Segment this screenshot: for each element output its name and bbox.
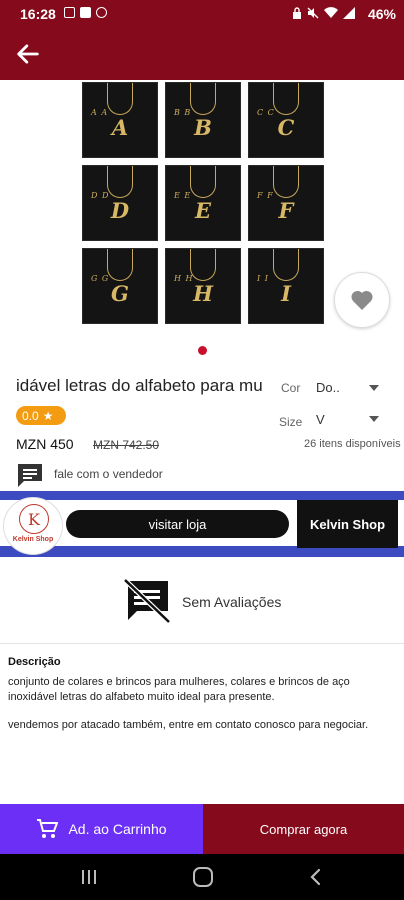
no-reviews-icon [123,578,171,624]
mute-icon [307,7,319,19]
necklace-chain [273,166,299,198]
nav-back-icon[interactable] [306,867,326,887]
color-label: Cor [281,381,301,395]
status-time: 16:28 [20,6,56,22]
cart-icon [37,819,59,838]
color-select[interactable]: Do.. [316,380,340,395]
stock-availability: 26 itens disponíveis [304,438,401,450]
battery-level: 46% [367,6,396,22]
shop-logo-letter: K [19,504,49,534]
necklace-tile: G GG [82,248,158,324]
necklace-tile: B BB [165,82,241,158]
lock-icon [293,7,301,19]
pendant-letter: A [111,115,129,140]
size-label: Size [279,415,303,429]
pendant-letter: I [281,281,291,306]
necklace-chain [273,249,299,281]
description-heading: Descrição [8,656,61,668]
status-bar: 16:28 46% [0,0,404,28]
necklace-chain [107,166,133,198]
description-paragraph: conjunto de colares e brincos para mulhe… [8,676,350,703]
chat-icon[interactable] [16,462,44,488]
add-to-cart-button[interactable]: Ad. ao Carrinho [0,804,203,854]
star-icon: ★ [42,408,54,423]
heart-icon [351,290,373,310]
favorite-button[interactable] [334,272,390,328]
chat-with-seller-link[interactable]: fale com o vendedor [54,467,163,481]
necklace-tile: E EE [165,165,241,241]
notification-icons [64,7,107,18]
color-dropdown-icon[interactable] [369,385,379,391]
size-select[interactable]: V [316,412,325,427]
pendant-letter: F [278,198,294,223]
back-arrow-icon[interactable] [14,40,42,68]
necklace-chain [107,83,133,115]
signal-icon [343,7,355,19]
shop-logo[interactable]: K Kelvin Shop [3,497,63,555]
whatsapp-icon [96,7,107,18]
necklace-chain [107,249,133,281]
description-paragraph-2: vendemos por atacado também, entre em co… [8,719,369,731]
visit-shop-button[interactable]: visitar loja [66,510,289,538]
gallery-icon [64,7,75,18]
necklace-chain [190,83,216,115]
shop-logo-text: Kelvin Shop [12,536,54,543]
buy-now-button[interactable]: Comprar agora [203,804,404,854]
product-image[interactable]: A AAB BBC CC D DDE EEF FF G GGH HHI II [80,80,326,326]
necklace-chain [273,83,299,115]
necklace-tile: A AA [82,82,158,158]
necklace-chain [190,166,216,198]
no-reviews-label: Sem Avaliações [182,594,282,610]
current-price: MZN 450 [16,436,74,452]
size-dropdown-icon[interactable] [369,416,379,422]
product-title: idável letras do alfabeto para mu [16,376,263,395]
pendant-letter: E [194,198,211,223]
wifi-icon [324,7,338,19]
recent-apps-icon[interactable] [80,869,98,885]
necklace-tile: D DD [82,165,158,241]
shop-name-button[interactable]: Kelvin Shop [297,500,398,548]
pendant-letter: D [110,198,130,223]
necklace-tile: H HH [165,248,241,324]
pendant-letter: H [193,281,213,306]
necklace-tile: C CC [248,82,324,158]
add-to-cart-label: Ad. ao Carrinho [68,821,167,837]
pendant-letter: G [111,281,129,306]
rating-value: 0.0 [22,408,39,423]
facebook-icon [80,7,91,18]
rating-badge: 0.0 ★ [16,406,66,425]
pendant-letter: B [194,115,212,140]
system-icons [292,7,356,19]
old-price: MZN 742.50 [93,438,160,452]
carousel-indicator [198,346,207,355]
necklace-tile: I II [248,248,324,324]
home-icon[interactable] [193,867,213,887]
pendant-letter: C [277,115,295,140]
necklace-tile: F FF [248,165,324,241]
